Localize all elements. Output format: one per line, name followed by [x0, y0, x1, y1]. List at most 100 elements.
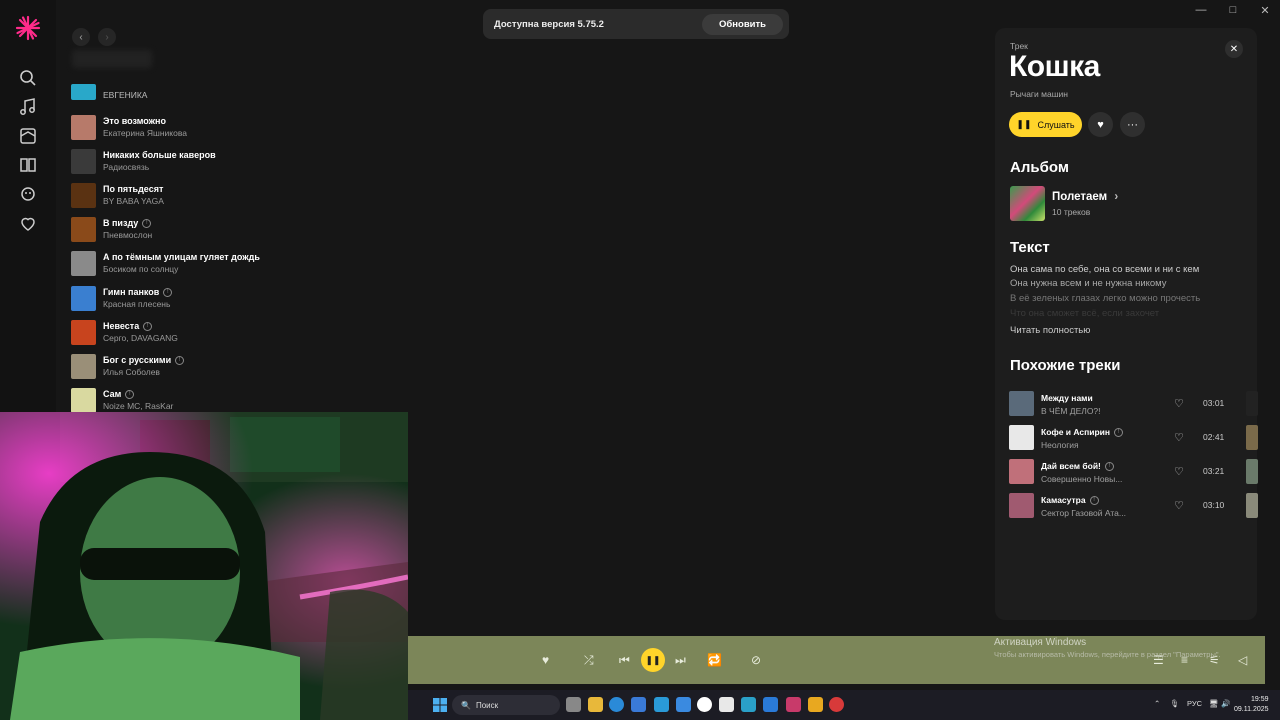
track-artist-link[interactable]: Рычаги машин — [1010, 89, 1068, 99]
microphone-icon[interactable]: 🎙 — [1170, 699, 1180, 708]
heart-icon[interactable]: ♡ — [1174, 499, 1184, 512]
app-icon[interactable] — [829, 697, 844, 712]
carousel-peek — [1246, 391, 1258, 416]
webcam-overlay — [0, 412, 408, 720]
app-logo-icon[interactable] — [14, 14, 42, 42]
track-cover — [71, 115, 96, 140]
track-row[interactable]: Это возможно Екатерина Яшникова — [70, 112, 370, 142]
update-button[interactable]: Обновить — [702, 13, 783, 35]
listen-button[interactable]: ❚❚ Слушать — [1009, 112, 1082, 137]
like-button[interactable]: ♥ — [1088, 112, 1113, 137]
track-row[interactable]: А по тёмным улицам гуляет дождь Босиком п… — [70, 248, 370, 278]
similar-artist: В ЧЁМ ДЕЛО?! — [1041, 406, 1101, 416]
similar-track-row[interactable]: Дай всем бой!! Совершенно Новы... ♡ 03:2… — [1009, 459, 1258, 487]
similar-title: Между нами — [1041, 393, 1093, 403]
track-artist: Noize MC, RasKar — [103, 401, 174, 411]
album-cover[interactable] — [1010, 186, 1045, 221]
minimize-icon[interactable]: — — [1194, 4, 1208, 17]
similar-track-row[interactable]: Между нами В ЧЁМ ДЕЛО?! ♡ 03:01 — [1009, 391, 1258, 419]
blurred-header — [72, 50, 152, 68]
track-row[interactable]: Бог с русскими! Илья Соболев — [70, 351, 370, 381]
app-icon[interactable] — [763, 697, 778, 712]
queue-icon[interactable]: ≡ — [1181, 636, 1188, 684]
search-icon[interactable] — [18, 68, 38, 88]
more-button[interactable]: ··· — [1120, 112, 1145, 137]
track-artist: Босиком по солнцу — [103, 264, 179, 274]
mail-icon[interactable] — [654, 697, 669, 712]
track-title: В пизду! — [103, 218, 152, 229]
track-artist: Серго, DAVAGANG — [103, 333, 178, 343]
track-cover — [71, 84, 96, 100]
back-icon[interactable]: ‹ — [72, 28, 90, 46]
pause-button[interactable]: ❚❚ — [641, 648, 665, 672]
heart-icon[interactable]: ♡ — [1174, 465, 1184, 478]
photos-icon[interactable] — [719, 697, 734, 712]
equalizer-icon[interactable]: ⚟ — [1209, 636, 1220, 684]
track-cover — [71, 320, 96, 345]
similar-heading: Похожие треки — [1010, 357, 1121, 374]
shuffle-icon[interactable]: ⤮ — [584, 636, 594, 684]
similar-track-row[interactable]: Камасутра! Сектор Газовой Ата... ♡ 03:10 — [1009, 493, 1258, 521]
sound-icon[interactable]: 🔊 — [1221, 699, 1230, 708]
album-name[interactable]: Полетаем › — [1052, 191, 1118, 203]
read-all-link[interactable]: Читать полностью — [1010, 325, 1090, 336]
track-row[interactable]: ЕВГЕНИКА — [70, 84, 370, 114]
podcasts-icon[interactable] — [18, 126, 38, 146]
taskbar-search[interactable]: 🔍 Поиск — [452, 695, 560, 715]
heart-icon[interactable]: ♡ — [1174, 431, 1184, 444]
carousel-peek — [1246, 459, 1258, 484]
keyboard-language[interactable]: РУС — [1187, 699, 1202, 708]
file-explorer-icon[interactable] — [588, 697, 603, 712]
previous-icon[interactable]: ⏮ — [619, 636, 630, 684]
volume-icon[interactable]: ◁ — [1238, 636, 1247, 684]
track-artist: Пневмослон — [103, 230, 153, 240]
explicit-icon: ! — [1089, 496, 1099, 506]
close-window-icon[interactable]: ✕ — [1258, 4, 1272, 17]
track-details-panel: ✕ Трек Кошка Рычаги машин ❚❚ Слушать ♥ ··… — [995, 28, 1258, 620]
track-row[interactable]: Невеста! Серго, DAVAGANG — [70, 317, 370, 347]
track-row[interactable]: Гимн панков! Красная плесень — [70, 283, 370, 313]
track-artist: Илья Соболев — [103, 367, 160, 377]
track-artist: Красная плесень — [103, 299, 171, 309]
track-title: А по тёмным улицам гуляет дождь — [103, 252, 260, 262]
collection-heart-icon[interactable] — [18, 213, 38, 233]
heart-icon[interactable]: ♥ — [542, 636, 549, 684]
store-icon[interactable] — [631, 697, 646, 712]
tray-expand-icon[interactable]: ⌃ — [1154, 699, 1160, 708]
app-icon[interactable] — [741, 697, 756, 712]
todo-icon[interactable] — [676, 697, 691, 712]
task-view-icon[interactable] — [566, 697, 581, 712]
close-icon[interactable]: ✕ — [1225, 40, 1243, 58]
track-row[interactable]: В пизду! Пневмослон — [70, 214, 370, 244]
repeat-icon[interactable]: 🔁 — [707, 636, 722, 684]
network-icon[interactable]: 🖥 — [1209, 699, 1219, 708]
maximize-icon[interactable]: □ — [1226, 4, 1240, 17]
similar-title: Камасутра! — [1041, 495, 1099, 506]
forward-icon[interactable]: › — [98, 28, 116, 46]
track-cover — [71, 217, 96, 242]
track-title: Никаких больше каверов — [103, 150, 216, 160]
windows-start-icon[interactable] — [433, 698, 447, 712]
explicit-icon: ! — [175, 356, 185, 366]
app-icon[interactable] — [808, 697, 823, 712]
kids-icon[interactable] — [18, 184, 38, 204]
activation-title: Активация Windows — [994, 637, 1087, 648]
next-icon[interactable]: ⏭ — [675, 636, 686, 684]
audiobooks-icon[interactable] — [18, 155, 38, 175]
edge-icon[interactable] — [609, 697, 624, 712]
track-row[interactable]: Сам! Noize MC, RasKar — [70, 385, 370, 415]
track-row[interactable]: Никаких больше каверов Радиосвязь — [70, 146, 370, 176]
app-icon[interactable] — [786, 697, 801, 712]
track-artist: Екатерина Яшникова — [103, 128, 187, 138]
lyrics-icon[interactable]: ☰ — [1153, 636, 1164, 684]
yandex-browser-icon[interactable] — [697, 697, 712, 712]
track-artist: BY BABA YAGA — [103, 196, 164, 206]
heart-icon[interactable]: ♡ — [1174, 397, 1184, 410]
music-note-icon[interactable] — [18, 97, 38, 117]
player-bar: ♥ ⤮ ⏮ ⏭ 🔁 ⊘ ☰ ≡ ⚟ ◁ — [408, 636, 1265, 684]
taskbar-clock[interactable]: 19:59 09.11.2025 — [1234, 695, 1269, 715]
more-icon: ··· — [1127, 118, 1138, 131]
track-row[interactable]: По пятьдесят BY BABA YAGA — [70, 180, 370, 210]
similar-track-row[interactable]: Кофе и Аспирин! Неология ♡ 02:41 — [1009, 425, 1258, 453]
dislike-icon[interactable]: ⊘ — [751, 636, 761, 684]
